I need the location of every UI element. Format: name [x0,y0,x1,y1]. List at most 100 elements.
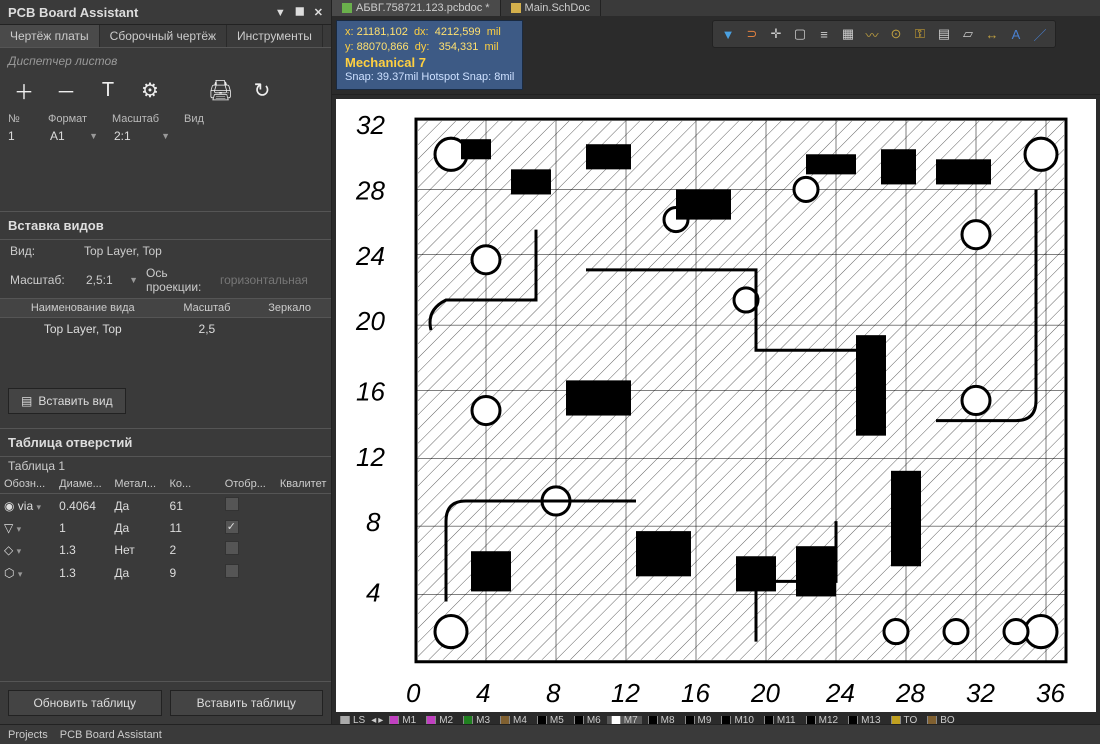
hole-show-checkbox[interactable] [221,520,276,535]
hole-count: 61 [166,499,221,513]
dimension-icon[interactable]: ↔ [981,24,1003,44]
sheets-header: Диспетчер листов [0,48,331,70]
poly-icon[interactable]: ▱ [957,24,979,44]
layer-to[interactable]: TO [887,716,922,724]
panel-tabs: Чертёж платы Сборочный чертёж Инструмент… [0,25,331,48]
pcb-canvas[interactable]: 322824 201612 84 048 121620 242832 36 [336,99,1096,712]
holes-table-name[interactable]: Таблица 1 [0,457,331,475]
layer-m9[interactable]: M9 [681,716,716,724]
schdoc-icon [511,3,521,13]
tab-tools[interactable]: Инструменты [227,25,323,47]
line-icon[interactable]: ／ [1029,24,1051,44]
svg-text:12: 12 [356,442,385,472]
layer-m1[interactable]: M1 [385,716,420,724]
grid-icon[interactable]: ▦ [837,24,859,44]
text-tool-icon[interactable]: T [96,79,120,102]
views-grid-header: Наименование вида Масштаб Зеркало [0,298,331,318]
svg-text:4: 4 [476,678,490,708]
layer-m7[interactable]: M7 [607,716,642,724]
select-rect-icon[interactable]: ▢ [789,24,811,44]
status-projects[interactable]: Projects [8,729,48,741]
hole-dia: 1.3 [55,566,110,580]
layer-ls[interactable]: LS [336,716,369,724]
layer-m12[interactable]: M12 [802,716,842,724]
hole-count: 9 [166,566,221,580]
add-sheet-icon[interactable]: ＋ [12,76,36,105]
layer-m4[interactable]: M4 [496,716,531,724]
holes-row-1[interactable]: ▽ ▾1Да11 [0,517,331,538]
tab-assembly-drawing[interactable]: Сборочный чертёж [100,25,227,47]
layer-m11[interactable]: M11 [760,716,800,724]
settings-gear-icon[interactable]: ⚙ [138,78,162,103]
svg-text:16: 16 [681,678,710,708]
hole-dia: 1.3 [55,543,110,557]
layer-m13[interactable]: M13 [844,716,884,724]
scale-select[interactable]: 2:1▼ [112,129,172,143]
layer-prev-icon[interactable]: ◂ [371,716,376,724]
layer-next-icon[interactable]: ▸ [378,716,383,724]
panel-close-icon[interactable]: ✕ [314,7,323,19]
viewscale-select[interactable]: 2,5:1▼ [84,273,140,287]
hole-dia: 0.4064 [55,499,110,513]
crosshair-icon[interactable]: ✛ [765,24,787,44]
holes-header: Таблица отверстий [0,429,331,457]
layer-bar: LS ◂ ▸ M1M2M3M4M5M6M7M8M9M10M11M12M13TOB… [332,716,1100,724]
refresh-icon[interactable]: ↻ [250,78,274,103]
hole-sym: ▽ ▾ [0,521,55,535]
insert-table-button[interactable]: Вставить таблицу [170,690,324,716]
coordinate-readout: x: 21181,102 dx: 4212,599 mil y: 88070,8… [336,20,523,90]
sheets-col-headers: № Формат Масштаб Вид [0,111,331,127]
layer-m6[interactable]: M6 [570,716,605,724]
holes-columns: Обозн... Диаме... Метал... Ко... Отобр..… [0,475,331,494]
format-select[interactable]: A1▼ [48,129,100,143]
status-bar: Projects PCB Board Assistant [0,724,1100,744]
key-icon[interactable]: ⚿ [909,24,931,44]
panel-pin-icon[interactable]: ⯀ [295,7,304,19]
col-view: Вид [184,113,323,125]
magnet-icon[interactable]: ⊃ [741,24,763,44]
hole-count: 11 [166,521,221,535]
layer-m5[interactable]: M5 [533,716,568,724]
via-icon[interactable]: ⊙ [885,24,907,44]
route-icon[interactable]: 〰 [861,24,883,44]
hole-show-checkbox[interactable] [221,497,276,514]
holes-row-3[interactable]: ⬡ ▾1.3Да9 [0,561,331,584]
svg-text:36: 36 [1036,678,1065,708]
hole-sym: ◇ ▾ [0,543,55,557]
sheet-row-1[interactable]: 1 A1▼ 2:1▼ [0,127,331,145]
layer-m8[interactable]: M8 [644,716,679,724]
filter-icon[interactable]: ▼ [717,24,739,44]
axis-value: горизонтальная [220,273,308,287]
layer-m10[interactable]: M10 [717,716,757,724]
panel-dropdown-icon[interactable]: ▼ [275,7,286,19]
remove-sheet-icon[interactable]: － [54,76,78,105]
svg-text:16: 16 [356,376,385,406]
layer-icon[interactable]: ▤ [933,24,955,44]
text-icon[interactable]: A [1005,24,1027,44]
svg-text:28: 28 [895,678,925,708]
hole-dia: 1 [55,521,110,535]
hole-metal: Да [110,521,165,535]
editor-area: АБВГ.758721.123.pcbdoc * Main.SchDoc x: … [332,0,1100,724]
align-icon[interactable]: ≡ [813,24,835,44]
view-value[interactable]: Top Layer, Top [84,244,321,258]
holes-row-2[interactable]: ◇ ▾1.3Нет2 [0,538,331,561]
svg-text:20: 20 [750,678,780,708]
print-icon[interactable]: 🖨 [208,78,232,103]
update-table-button[interactable]: Обновить таблицу [8,690,162,716]
axis-label: Ось проекции: [146,266,220,294]
doc-tab-pcbdoc[interactable]: АБВГ.758721.123.pcbdoc * [332,0,501,16]
hole-show-checkbox[interactable] [221,564,276,581]
layer-m2[interactable]: M2 [422,716,457,724]
layer-bo[interactable]: BO [923,716,958,724]
doc-tab-schdoc[interactable]: Main.SchDoc [501,0,601,16]
holes-row-0[interactable]: ◉ via ▾0.4064Да61 [0,494,331,517]
tab-board-drawing[interactable]: Чертёж платы [0,25,100,47]
status-assistant[interactable]: PCB Board Assistant [60,729,162,741]
svg-text:28: 28 [355,175,385,205]
svg-text:8: 8 [366,507,381,537]
insert-view-button[interactable]: ▤ Вставить вид [8,388,126,414]
layer-m3[interactable]: M3 [459,716,494,724]
views-grid-row[interactable]: Top Layer, Top 2,5 [0,318,331,340]
hole-show-checkbox[interactable] [221,541,276,558]
